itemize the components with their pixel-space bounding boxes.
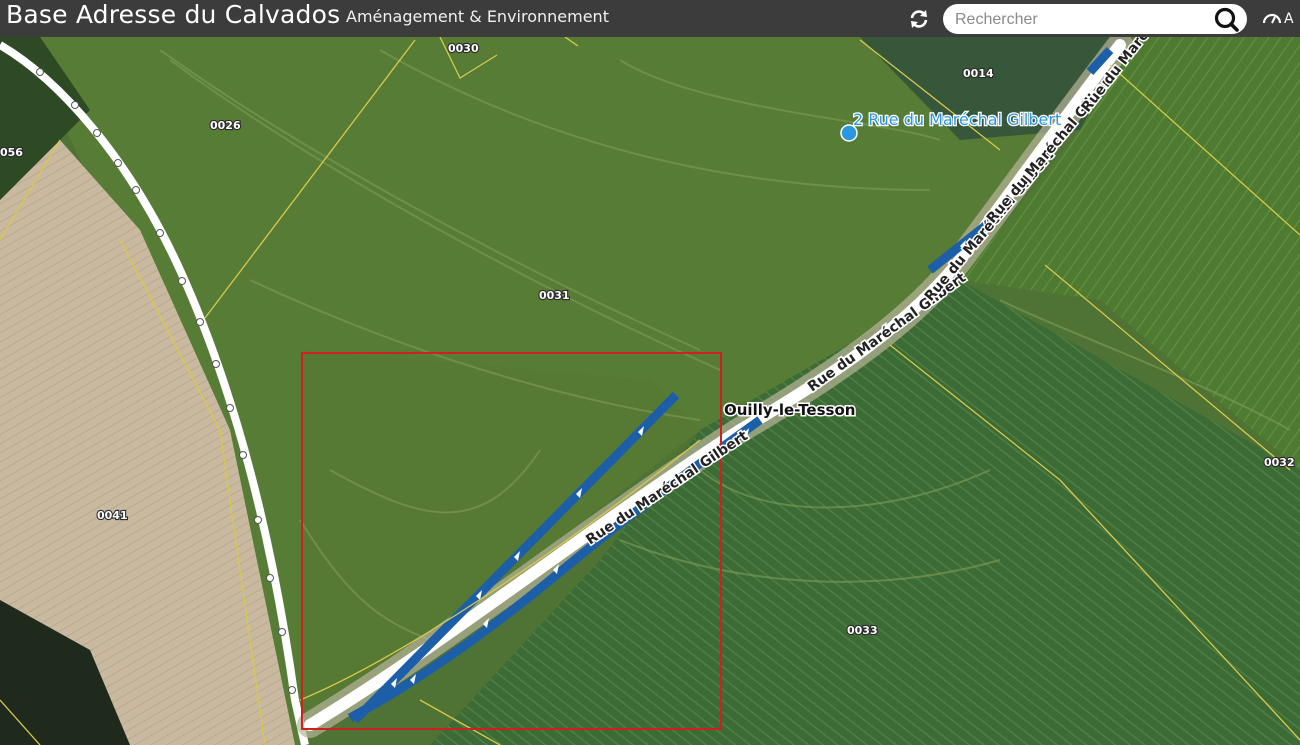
parcel-label: 0026 — [210, 119, 241, 132]
place-name-label: Ouilly-le-Tesson — [724, 401, 855, 419]
app-subtitle: Aménagement & Environnement — [346, 7, 609, 26]
account-button[interactable]: A — [1262, 9, 1300, 31]
parcel-label: 0033 — [847, 624, 878, 637]
parcel-label: 0041 — [97, 509, 128, 522]
gauge-icon — [1262, 13, 1282, 24]
search-input[interactable] — [953, 7, 1207, 33]
search-button[interactable] — [1213, 6, 1241, 32]
parcel-label: 0030 — [448, 42, 479, 55]
refresh-icon — [910, 10, 928, 28]
parcel-label: 0031 — [539, 289, 570, 302]
parcel-label: 0014 — [963, 67, 994, 80]
account-label: A — [1284, 11, 1294, 27]
map-canvas[interactable]: 2 Rue du Maréchal Gilbert 0030 0014 0026… — [0, 37, 1300, 745]
map-view[interactable]: 2 Rue du Maréchal Gilbert 0030 0014 0026… — [0, 37, 1300, 745]
search-icon — [1214, 7, 1239, 32]
search-box — [943, 4, 1247, 34]
address-point-label: 2 Rue du Maréchal Gilbert — [853, 110, 1061, 129]
app-title: Base Adresse du Calvados — [6, 0, 341, 29]
parcel-label: 0032 — [1264, 456, 1295, 469]
top-bar: Base Adresse du Calvados Aménagement & E… — [0, 0, 1300, 37]
parcel-label: 056 — [0, 146, 23, 159]
refresh-button[interactable] — [906, 6, 932, 32]
